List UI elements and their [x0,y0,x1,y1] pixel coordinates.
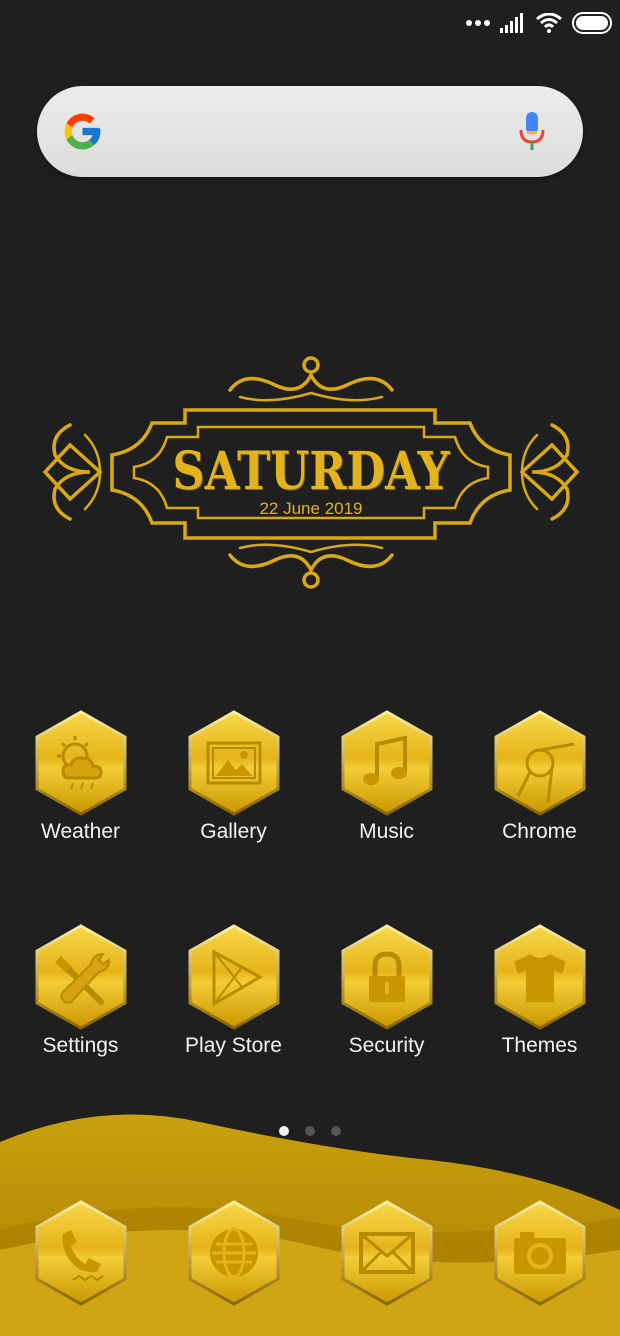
app-settings[interactable]: Settings [4,924,157,1058]
weather-icon [35,710,126,816]
app-label: Settings [42,1034,119,1057]
google-logo-icon [64,113,101,150]
camera-icon [494,1200,585,1306]
app-security[interactable]: Security [310,924,463,1058]
wifi-icon [536,13,562,33]
lock-icon [341,924,432,1030]
app-gallery[interactable]: Gallery [157,710,310,844]
app-themes[interactable]: Themes [463,924,616,1058]
status-bar [0,0,620,50]
dock-mail[interactable] [310,1200,463,1306]
app-label: Themes [501,1034,578,1057]
app-label: Chrome [502,820,577,843]
app-label: Music [359,820,414,843]
music-icon [341,710,432,816]
app-label: Play Store [185,1034,282,1057]
app-label: Security [348,1034,425,1057]
app-label: Weather [41,820,120,843]
day-of-week: SATURDAY [172,441,450,502]
chrome-icon [494,710,585,816]
dock-phone[interactable] [4,1200,157,1306]
dock-browser[interactable] [157,1200,310,1306]
phone-icon [35,1200,126,1306]
gallery-icon [188,710,279,816]
dock-camera[interactable] [463,1200,616,1306]
play-store-icon [188,924,279,1030]
app-chrome[interactable]: Chrome [463,710,616,844]
mail-icon [341,1200,432,1306]
browser-icon [188,1200,279,1306]
settings-icon [35,924,126,1030]
google-search-bar[interactable] [37,86,583,177]
app-music[interactable]: Music [310,710,463,844]
full-date: 22 June 2019 [259,499,363,518]
cellular-signal-icon [500,13,523,33]
more-dots-icon [466,20,490,26]
app-weather[interactable]: Weather [4,710,157,844]
app-play-store[interactable]: Play Store [157,924,310,1058]
app-label: Gallery [200,820,267,843]
battery-icon [572,12,612,34]
date-widget[interactable]: SATURDAY 22 June 2019 [40,355,582,590]
microphone-icon[interactable] [517,110,547,153]
tshirt-icon [494,924,585,1030]
